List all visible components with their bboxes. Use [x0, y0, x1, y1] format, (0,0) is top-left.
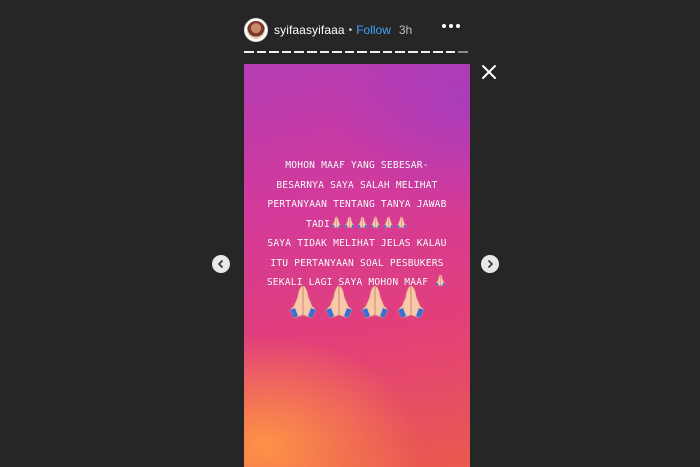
praying-hands-emoji: [357, 216, 368, 229]
tadi-emoji-group: [330, 219, 408, 230]
progress-segment: [269, 51, 279, 53]
chevron-left-icon[interactable]: [212, 255, 230, 273]
story-progress-bar: [244, 51, 468, 53]
praying-hands-emoji: [344, 216, 355, 229]
praying-hands-emoji: [383, 216, 394, 229]
separator-dot: •: [348, 24, 353, 36]
story-line: MOHON MAAF YANG SEBESAR-: [285, 160, 429, 171]
progress-segment: [344, 51, 355, 53]
progress-segment: [319, 51, 330, 53]
praying-hands-emoji: [331, 216, 342, 229]
story-line-tadi: TADI: [244, 215, 470, 235]
progress-segment: [407, 51, 418, 53]
avatar[interactable]: [244, 18, 268, 42]
story-line: BESARNYA SAYA SALAH MELIHAT: [276, 179, 438, 191]
progress-segment: [281, 51, 292, 53]
progress-segment: [382, 51, 393, 53]
progress-segment: [307, 51, 317, 53]
story-line: TADI: [306, 218, 330, 230]
post-time: 3h: [398, 23, 413, 37]
praying-hands-emoji: [288, 284, 318, 320]
more-options-icon[interactable]: [442, 24, 460, 28]
progress-segment: [445, 51, 456, 53]
praying-hands-emoji: [396, 284, 426, 320]
praying-hands-emoji: [324, 284, 354, 320]
progress-segment: [395, 51, 405, 53]
progress-segment: [458, 51, 468, 53]
progress-segment: [420, 51, 431, 53]
close-icon[interactable]: [480, 63, 498, 81]
praying-hands-emoji: [370, 216, 381, 229]
progress-segment: [244, 51, 254, 53]
story-line: SAYA TIDAK MELIHAT JELAS KALAU: [267, 238, 447, 249]
progress-segment: [433, 51, 443, 53]
username[interactable]: syifaasyifaaa: [274, 23, 345, 37]
follow-button[interactable]: Follow: [356, 23, 391, 37]
chevron-right-icon[interactable]: [481, 255, 499, 273]
story-header: syifaasyifaaa • Follow 3h: [244, 16, 470, 44]
progress-segment: [332, 51, 342, 53]
story-line: ITU PERTANYAAN SOAL PESBUKERS: [270, 257, 444, 269]
story-text: MOHON MAAF YANG SEBESAR- BESARNYA SAYA S…: [244, 156, 470, 293]
story-card[interactable]: MOHON MAAF YANG SEBESAR- BESARNYA SAYA S…: [244, 64, 470, 467]
progress-segment: [370, 51, 380, 53]
progress-segment: [294, 51, 305, 53]
progress-segment: [357, 51, 368, 53]
big-emoji-row: [244, 284, 470, 320]
praying-hands-emoji: [360, 284, 390, 320]
progress-segment: [256, 51, 267, 53]
praying-hands-emoji: [396, 216, 407, 229]
story-line: PERTANYAAN TENTANG TANYA JAWAB: [267, 199, 447, 210]
